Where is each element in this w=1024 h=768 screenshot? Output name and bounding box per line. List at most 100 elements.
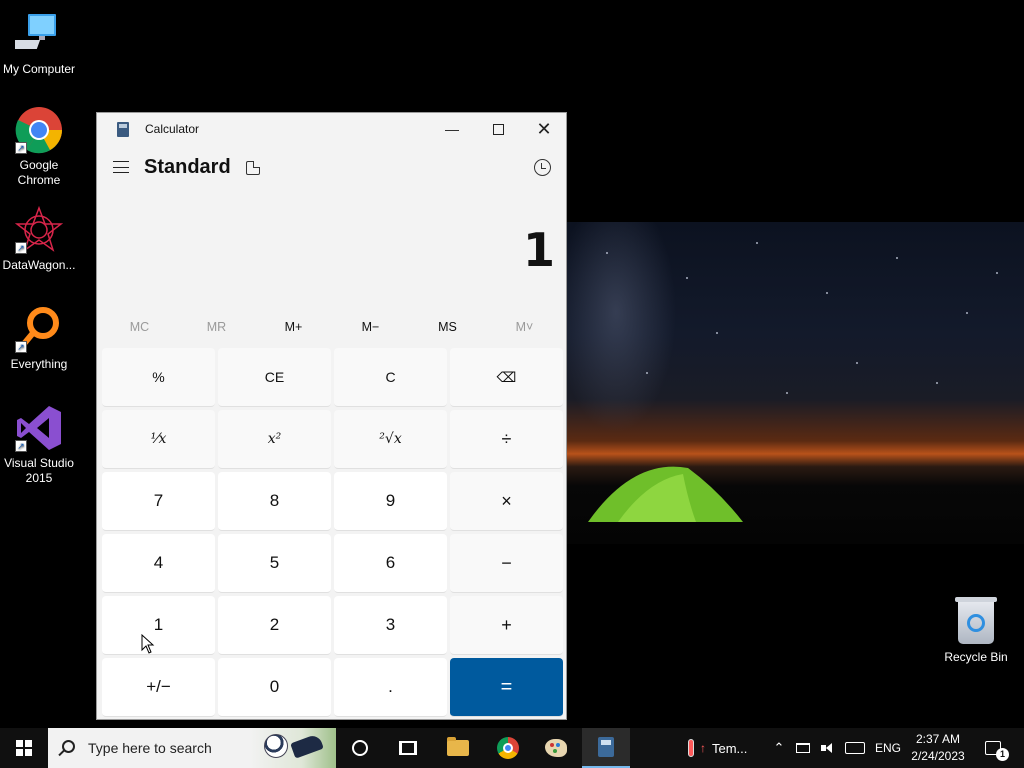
key-negate[interactable]: +/−: [102, 658, 215, 717]
minimize-button[interactable]: —: [429, 113, 475, 145]
key-digit-4[interactable]: 4: [102, 534, 215, 593]
key-label: 4: [153, 553, 164, 572]
memory-store-button[interactable]: MS: [409, 313, 486, 341]
key-label: +: [501, 614, 512, 635]
cortana-button[interactable]: [336, 728, 384, 768]
touch-keyboard-button[interactable]: [842, 728, 868, 768]
memory-add-button[interactable]: M+: [255, 313, 332, 341]
desktop-icon-everything[interactable]: ↗ Everything: [0, 305, 78, 372]
key-decimal[interactable]: .: [334, 658, 447, 717]
close-icon: ✕: [536, 118, 552, 139]
key-label: .: [388, 677, 393, 696]
memory-recall-button[interactable]: MR: [178, 313, 255, 341]
memory-row: MC MR M+ M− MS M˅: [101, 313, 563, 341]
recycle-bin-icon: [955, 597, 997, 644]
taskbar-file-explorer[interactable]: [434, 728, 482, 768]
volume-button[interactable]: [816, 728, 838, 768]
input-language-button[interactable]: ENG: [872, 728, 904, 768]
calculator-window: Calculator — ✕ Standard 1 MC MR M+ M− MS…: [96, 112, 567, 720]
key-label: ¹⁄x: [150, 431, 167, 447]
taskbar-chrome[interactable]: [484, 728, 532, 768]
desktop-icon-my-computer[interactable]: My Computer: [0, 10, 78, 77]
datawagon-icon: ↗: [14, 205, 64, 254]
maximize-icon: [492, 123, 504, 135]
task-view-button[interactable]: [384, 728, 432, 768]
key-label: %: [152, 369, 165, 385]
desktop-icon-visual-studio[interactable]: ↗ Visual Studio 2015: [0, 404, 78, 486]
key-add[interactable]: +: [450, 596, 563, 655]
calculator-icon: [598, 737, 614, 757]
key-digit-6[interactable]: 6: [334, 534, 447, 593]
calculator-header: Standard: [97, 151, 566, 187]
task-view-icon: [399, 741, 417, 755]
key-percent[interactable]: %: [102, 348, 215, 407]
notification-count-badge: 1: [996, 748, 1009, 761]
desktop-icon-datawagon[interactable]: ↗ DataWagon...: [0, 205, 78, 273]
key-label: 6: [385, 553, 396, 572]
visual-studio-icon: ↗: [15, 404, 63, 452]
title-bar[interactable]: Calculator — ✕: [97, 113, 566, 145]
taskbar-calculator[interactable]: [582, 728, 630, 768]
key-multiply[interactable]: ×: [450, 472, 563, 531]
key-backspace[interactable]: ⌫: [450, 348, 563, 407]
network-button[interactable]: [792, 728, 814, 768]
key-clear-entry[interactable]: CE: [218, 348, 331, 407]
key-label: 1: [153, 615, 164, 634]
key-digit-5[interactable]: 5: [218, 534, 331, 593]
key-square-root[interactable]: ²√x: [334, 410, 447, 469]
chrome-icon: ↗: [15, 106, 63, 154]
key-label: 8: [269, 491, 280, 510]
keep-on-top-icon[interactable]: [246, 161, 260, 175]
key-digit-2[interactable]: 2: [218, 596, 331, 655]
clock-date: 2/24/2023: [911, 749, 965, 763]
key-label: ÷: [501, 428, 512, 449]
tent-illustration: [588, 466, 743, 522]
key-digit-0[interactable]: 0: [218, 658, 331, 717]
mode-title: Standard: [144, 156, 231, 178]
memory-subtract-button[interactable]: M−: [332, 313, 409, 341]
volume-icon: [821, 743, 833, 753]
key-digit-1[interactable]: 1: [102, 596, 215, 655]
start-button[interactable]: [0, 728, 48, 768]
temperature-up-arrow-icon: ↑: [700, 741, 706, 755]
show-hidden-icons-button[interactable]: ⌃: [770, 728, 788, 768]
close-button[interactable]: ✕: [521, 113, 567, 145]
key-clear[interactable]: C: [334, 348, 447, 407]
minimize-icon: —: [445, 121, 459, 137]
desktop-icon-google-chrome[interactable]: ↗ Google Chrome: [0, 106, 78, 188]
action-center-button[interactable]: 1: [980, 728, 1009, 768]
shortcut-arrow-icon: ↗: [15, 341, 27, 353]
key-equals[interactable]: =: [450, 658, 563, 717]
computer-icon: [8, 10, 63, 58]
taskbar-paint[interactable]: [532, 728, 580, 768]
key-digit-7[interactable]: 7: [102, 472, 215, 531]
weather-widget[interactable]: ↑ Tem...: [688, 728, 747, 768]
key-divide[interactable]: ÷: [450, 410, 563, 469]
key-digit-8[interactable]: 8: [218, 472, 331, 531]
weather-text: Tem...: [712, 740, 748, 756]
desktop-icon-recycle-bin[interactable]: Recycle Bin: [940, 597, 1012, 664]
memory-list-button[interactable]: M˅: [486, 313, 563, 341]
navigation-menu-icon[interactable]: [113, 161, 129, 173]
key-label: x²: [267, 431, 282, 447]
taskbar-search-box[interactable]: Type here to search: [48, 728, 336, 768]
memory-clear-button[interactable]: MC: [101, 313, 178, 341]
key-label: 3: [385, 615, 396, 634]
clock[interactable]: 2:37 AM 2/24/2023: [906, 731, 970, 765]
key-label: 0: [269, 677, 280, 696]
key-reciprocal[interactable]: ¹⁄x: [102, 410, 215, 469]
key-digit-3[interactable]: 3: [334, 596, 447, 655]
key-label: CE: [264, 369, 285, 385]
shortcut-arrow-icon: ↗: [15, 142, 27, 154]
key-subtract[interactable]: −: [450, 534, 563, 593]
everything-search-icon: ↗: [15, 305, 63, 353]
history-icon[interactable]: [534, 159, 551, 176]
key-digit-9[interactable]: 9: [334, 472, 447, 531]
key-square[interactable]: x²: [218, 410, 331, 469]
maximize-button[interactable]: [475, 113, 521, 145]
cortana-icon: [352, 740, 368, 756]
chevron-up-icon: ⌃: [773, 740, 785, 755]
key-label: 7: [153, 491, 164, 510]
key-label: ×: [501, 490, 512, 511]
taskbar: Type here to search ↑ Tem... ⌃ ENG 2:37 …: [0, 728, 1024, 768]
